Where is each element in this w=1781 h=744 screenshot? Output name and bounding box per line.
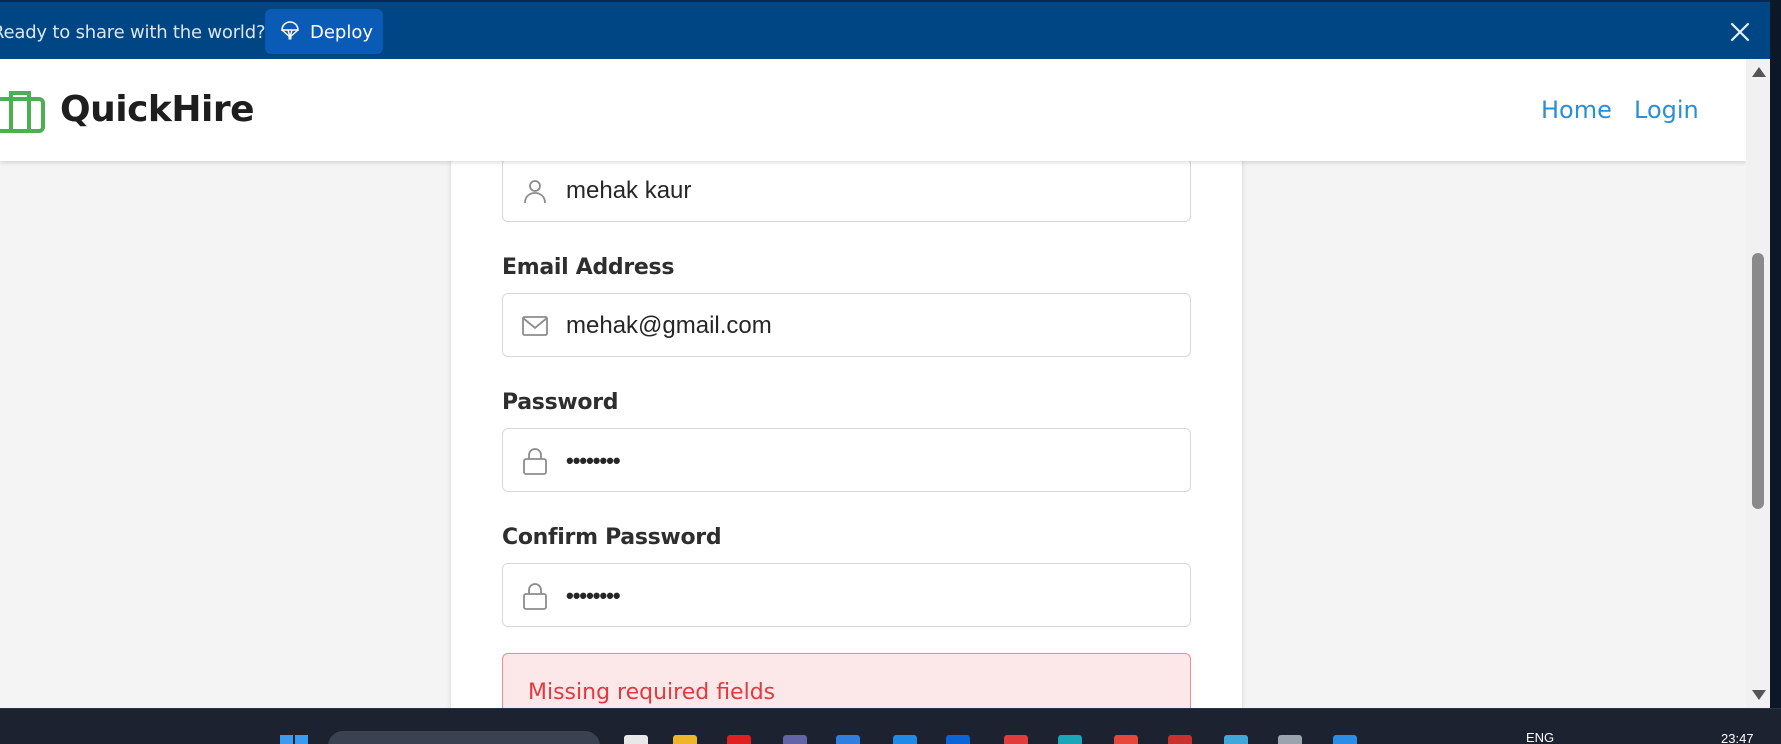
taskbar-search[interactable] [328, 731, 600, 744]
password-field[interactable]: •••••••• [502, 428, 1191, 492]
edge-icon[interactable] [1058, 735, 1082, 744]
password-value: •••••••• [566, 448, 621, 473]
app-icon[interactable] [624, 735, 648, 744]
app-icon[interactable] [1004, 735, 1028, 744]
error-alert: Missing required fields [502, 653, 1191, 708]
error-message: Missing required fields [528, 680, 776, 705]
window-edge [1770, 0, 1781, 744]
email-field[interactable]: mehak@gmail.com [502, 293, 1191, 357]
terminal-icon[interactable] [1278, 735, 1302, 744]
app-icon[interactable] [946, 735, 970, 744]
name-value: mehak kaur [566, 177, 692, 204]
windows-start-icon[interactable] [280, 735, 308, 744]
parachute-icon [281, 21, 299, 40]
screen: Ready to share with the world? Deploy Qu… [0, 0, 1781, 744]
confirm-password-label: Confirm Password [502, 525, 722, 550]
nav-home-link[interactable]: Home [1541, 96, 1612, 124]
name-field[interactable]: mehak kaur [502, 158, 1191, 222]
deploy-label: Deploy [310, 22, 374, 43]
youtube-icon[interactable] [727, 735, 751, 744]
app-icon[interactable] [1224, 735, 1248, 744]
language-indicator[interactable]: ENG [1526, 730, 1554, 744]
nav-login-link[interactable]: Login [1634, 96, 1699, 124]
mail-icon [522, 316, 548, 336]
app-icon[interactable] [1168, 735, 1192, 744]
scrollbar[interactable] [1746, 59, 1770, 708]
brand-name[interactable]: QuickHire [60, 89, 255, 130]
app-icon[interactable] [836, 735, 860, 744]
confirm-password-value: •••••••• [566, 583, 621, 608]
teams-icon[interactable] [783, 735, 807, 744]
file-explorer-icon[interactable] [673, 735, 697, 744]
email-label: Email Address [502, 255, 675, 280]
close-icon[interactable] [1727, 19, 1753, 45]
password-label: Password [502, 390, 619, 415]
user-icon [524, 180, 546, 204]
page: QuickHire Home Login mehak kaur Email Ad… [0, 59, 1746, 708]
deploy-banner: Ready to share with the world? Deploy [0, 0, 1770, 59]
deploy-button[interactable]: Deploy [265, 9, 383, 54]
scroll-thumb[interactable] [1752, 253, 1764, 509]
taskbar: ENG 23:47 [0, 708, 1781, 744]
confirm-password-field[interactable]: •••••••• [502, 563, 1191, 627]
app-icon[interactable] [893, 735, 917, 744]
vscode-icon[interactable] [1333, 735, 1357, 744]
scroll-down-arrow-icon[interactable] [1752, 690, 1766, 700]
navbar: QuickHire Home Login [0, 59, 1746, 161]
briefcase-icon [0, 91, 45, 133]
scroll-up-arrow-icon[interactable] [1752, 67, 1766, 77]
clock-time[interactable]: 23:47 [1721, 731, 1754, 744]
email-value: mehak@gmail.com [566, 312, 772, 339]
banner-text: Ready to share with the world? [0, 22, 266, 43]
chrome-icon[interactable] [1114, 735, 1138, 744]
lock-icon [523, 448, 547, 475]
lock-icon [523, 583, 547, 610]
